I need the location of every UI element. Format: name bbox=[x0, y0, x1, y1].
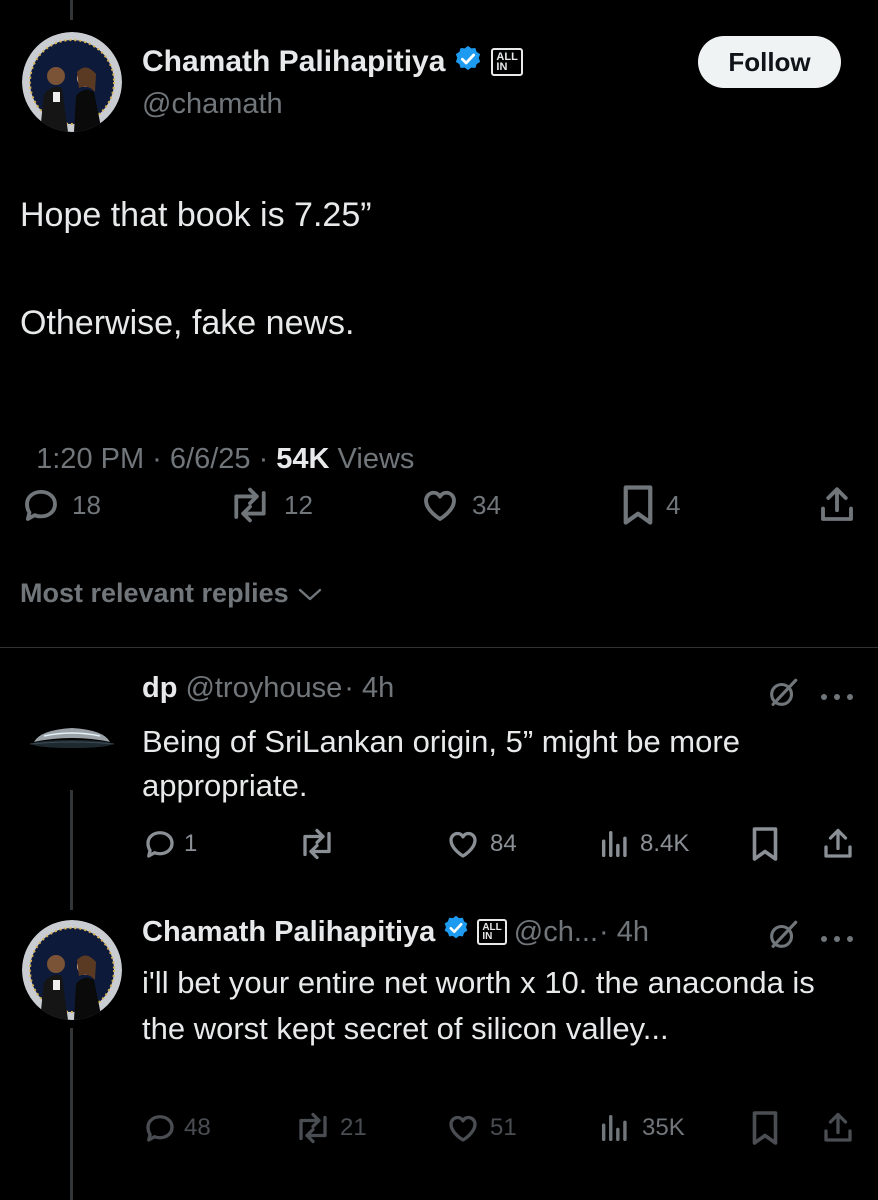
verified-badge-icon bbox=[453, 44, 483, 79]
reply1-views-action[interactable]: 8.4K bbox=[598, 826, 689, 862]
like-count: 34 bbox=[472, 489, 501, 520]
tweet-text-line2: Otherwise, fake news. bbox=[20, 304, 355, 342]
reply2-views-count: 35K bbox=[642, 1114, 685, 1141]
thread-line-reply bbox=[70, 788, 73, 910]
reply1-author-name[interactable]: dp bbox=[142, 672, 177, 705]
avatar-dp[interactable] bbox=[22, 690, 122, 790]
share-icon bbox=[824, 828, 852, 858]
like-action[interactable]: 34 bbox=[418, 484, 501, 526]
reply1-handle[interactable]: @troyhouse bbox=[185, 672, 342, 705]
avatar-chamath-reply[interactable] bbox=[22, 920, 122, 1020]
reply1-like-count: 84 bbox=[490, 830, 517, 857]
reply2-repost-action[interactable]: 21 bbox=[292, 1110, 367, 1146]
reply2-like-action[interactable]: 51 bbox=[444, 1110, 517, 1146]
section-divider bbox=[0, 647, 878, 648]
chevron-down-icon bbox=[298, 588, 321, 600]
views-label: Views bbox=[329, 443, 415, 475]
bookmark-icon bbox=[752, 1111, 778, 1145]
views-count[interactable]: 54K bbox=[276, 443, 329, 475]
reply2-text: i'll bet your entire net worth x 10. the… bbox=[142, 965, 815, 1046]
reply2-views-action[interactable]: 35K bbox=[598, 1110, 685, 1146]
all-in-badge-icon: ALL IN bbox=[491, 47, 523, 76]
heart-icon bbox=[449, 1115, 477, 1142]
share-icon bbox=[824, 1112, 852, 1142]
heart-icon bbox=[449, 831, 477, 858]
reply-icon bbox=[146, 831, 174, 858]
reply2-like-count: 51 bbox=[490, 1114, 517, 1141]
reply2-share-action[interactable] bbox=[820, 1110, 856, 1146]
author-handle[interactable]: @chamath bbox=[142, 88, 283, 121]
repost-action[interactable]: 12 bbox=[226, 484, 313, 526]
reply2-more-icon[interactable] bbox=[820, 930, 854, 948]
reply1-bookmark-action[interactable] bbox=[750, 826, 780, 862]
repost-icon bbox=[299, 1112, 327, 1144]
reply1-repost-action[interactable] bbox=[296, 826, 338, 862]
all-in-badge-icon: ALL IN bbox=[477, 919, 507, 945]
reply-action[interactable]: 18 bbox=[20, 484, 101, 526]
reply1-reply-action[interactable]: 1 bbox=[142, 826, 197, 862]
reply1-grok-icon[interactable] bbox=[766, 676, 800, 715]
reply-count: 18 bbox=[72, 489, 101, 520]
reply-icon bbox=[25, 489, 57, 521]
reply1-header: dp @troyhouse · 4h bbox=[142, 672, 394, 705]
heart-icon bbox=[424, 490, 456, 521]
replies-sort-dropdown[interactable]: Most relevant replies bbox=[20, 578, 323, 609]
avatar-chamath[interactable] bbox=[22, 32, 122, 132]
thread-line-top bbox=[70, 0, 73, 20]
reply2-header: Chamath Palihapitiya ALL IN @ch... · 4h bbox=[142, 914, 649, 950]
share-action[interactable] bbox=[816, 484, 858, 526]
reply2-handle[interactable]: @ch... bbox=[514, 916, 598, 949]
reply2-repost-count: 21 bbox=[340, 1114, 367, 1141]
follow-button[interactable]: Follow bbox=[698, 36, 841, 88]
tweet-timestamp[interactable]: 1:20 PM · 6/6/25 · bbox=[36, 443, 276, 475]
reply-icon bbox=[146, 1115, 174, 1142]
reply2-grok-icon[interactable] bbox=[766, 918, 800, 957]
reply1-share-action[interactable] bbox=[820, 826, 856, 862]
thread-line-bottom bbox=[70, 1028, 73, 1200]
verified-badge-icon bbox=[442, 914, 470, 950]
repost-icon bbox=[303, 828, 331, 860]
reply2-reply-count: 48 bbox=[184, 1114, 211, 1141]
reply2-time[interactable]: · 4h bbox=[599, 916, 649, 949]
repost-count: 12 bbox=[284, 489, 313, 520]
reply2-author-name[interactable]: Chamath Palihapitiya bbox=[142, 916, 435, 949]
share-icon bbox=[821, 487, 853, 521]
reply1-text: Being of SriLankan origin, 5” might be m… bbox=[142, 724, 740, 803]
author-name[interactable]: Chamath Palihapitiya bbox=[142, 45, 445, 79]
reply1-views-count: 8.4K bbox=[640, 830, 690, 857]
replies-sort-label: Most relevant replies bbox=[20, 578, 289, 608]
reply1-time[interactable]: · 4h bbox=[344, 672, 394, 705]
reply1-like-action[interactable]: 84 bbox=[444, 826, 517, 862]
views-icon bbox=[601, 1114, 627, 1142]
views-icon bbox=[601, 830, 627, 858]
repost-icon bbox=[234, 487, 266, 523]
tweet-text-line1: Hope that book is 7.25” bbox=[20, 196, 372, 234]
reply2-reply-action[interactable]: 48 bbox=[142, 1110, 211, 1146]
reply1-reply-count: 1 bbox=[184, 830, 198, 857]
bookmark-action[interactable]: 4 bbox=[620, 484, 680, 526]
author-row: Chamath Palihapitiya ALL IN bbox=[142, 44, 523, 79]
bookmark-icon bbox=[752, 827, 778, 861]
bookmark-count: 4 bbox=[666, 489, 681, 520]
tweet-meta: 1:20 PM · 6/6/25 · 54K Views bbox=[20, 410, 414, 476]
reply1-more-icon[interactable] bbox=[820, 688, 854, 706]
reply2-bookmark-action[interactable] bbox=[750, 1110, 780, 1146]
bookmark-icon bbox=[623, 485, 653, 525]
